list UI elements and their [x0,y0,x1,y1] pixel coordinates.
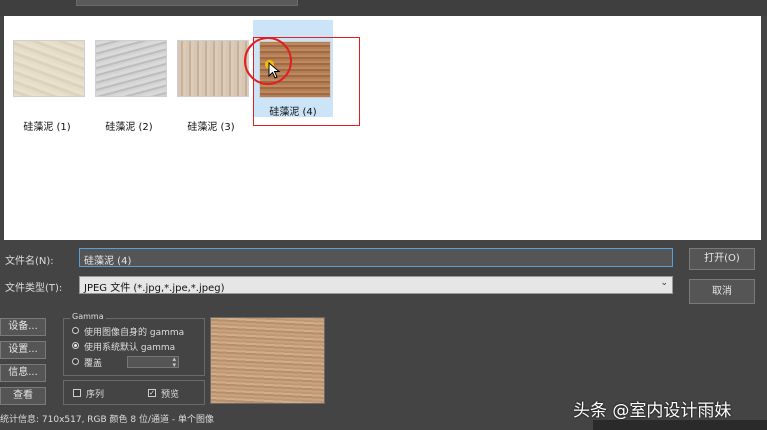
file-type-label: 文件类型(T): [5,283,63,294]
gamma-own-label: 使用图像自身的 gamma [84,328,185,338]
thumbnail-caption: 硅藻泥 (2) [105,122,153,133]
file-type-select[interactable]: JPEG 文件 (*.jpg,*.jpe,*.jpeg) ⌄ [79,276,673,294]
sequence-checkbox[interactable] [73,389,81,397]
corner-logo [593,420,767,430]
thumbnail-image [95,40,167,97]
file-name-label: 文件名(N): [5,256,54,267]
gamma-value-stepper[interactable]: ▴ ▾ [127,356,179,369]
sequence-label: 序列 [86,390,105,400]
thumbnail-item[interactable]: 硅藻泥 (3) [171,35,251,135]
dialog-top-strip [0,0,767,16]
info-button[interactable]: 信息... [0,364,46,382]
gamma-override-radio[interactable] [72,358,79,365]
preview-checkbox[interactable]: ✓ [148,389,156,397]
file-name-input[interactable]: 硅藻泥 (4) [79,248,673,267]
image-preview [210,317,325,404]
file-list-pane[interactable]: 硅藻泥 (1) 硅藻泥 (2) 硅藻泥 (3) 硅藻泥 (4) [4,16,761,240]
view-button[interactable]: 查看 [0,387,46,405]
gamma-override-label: 覆盖 [84,359,103,369]
path-dropdown-stub[interactable] [76,0,298,6]
gamma-group-title: Gamma [70,312,106,321]
thumbnail-item[interactable]: 硅藻泥 (1) [7,35,87,135]
file-type-value: JPEG 文件 (*.jpg,*.jpe,*.jpeg) [84,283,225,294]
gamma-system-label: 使用系统默认 gamma [84,343,176,353]
gamma-system-radio[interactable] [72,342,79,349]
arrow-cursor-icon [268,62,281,79]
cancel-button[interactable]: 取消 [689,279,755,304]
thumbnail-image [13,40,85,97]
device-button[interactable]: 设备... [0,318,46,336]
gamma-own-radio[interactable] [72,327,79,334]
setup-button[interactable]: 设置... [0,341,46,359]
thumbnail-item[interactable]: 硅藻泥 (2) [89,35,169,135]
options-group [63,380,205,405]
thumbnail-caption: 硅藻泥 (3) [187,122,235,133]
preview-label: 预览 [161,390,180,400]
spinner-arrows-icon[interactable]: ▴ ▾ [172,356,176,369]
open-button[interactable]: 打开(O) [689,248,755,270]
chevron-down-icon[interactable]: ⌄ [660,278,668,288]
image-stats-text: 统计信息: 710x517, RGB 颜色 8 位/通道 - 单个图像 [0,415,215,425]
watermark-text: 头条 @室内设计雨妹 [573,401,732,421]
thumbnail-image [177,40,249,97]
thumbnail-caption: 硅藻泥 (1) [23,122,71,133]
